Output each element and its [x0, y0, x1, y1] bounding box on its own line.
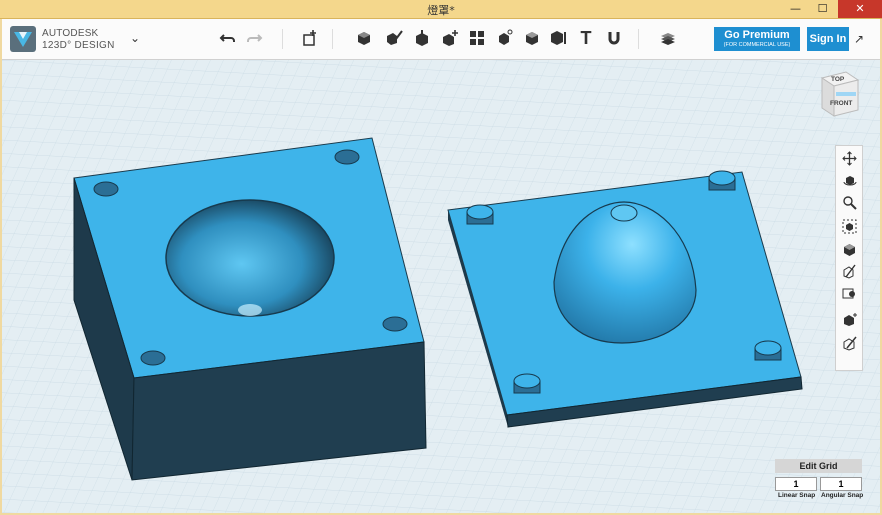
primitives-icon[interactable] [354, 28, 374, 48]
measure-icon[interactable] [548, 28, 568, 48]
window-title: 燈罩* [427, 4, 455, 17]
edit-grid-button[interactable]: Edit Grid [775, 459, 862, 473]
redo-icon[interactable] [244, 28, 264, 48]
toolbar-divider [282, 29, 283, 49]
pattern-icon[interactable] [467, 28, 487, 48]
angular-snap-label: Angular Snap [821, 492, 864, 499]
edit-tools-icon[interactable] [840, 334, 858, 352]
snap-magnet-icon[interactable] [604, 28, 624, 48]
construct-icon[interactable] [412, 28, 432, 48]
toolbar-divider [638, 29, 639, 49]
app-logo[interactable]: AUTODESK 123D° DESIGN [10, 24, 130, 56]
main-menu-chevron-icon[interactable]: ⌄ [130, 31, 140, 45]
undo-icon[interactable] [218, 28, 238, 48]
angular-snap-input[interactable]: 1 [820, 477, 862, 491]
grid-snap-panel: Edit Grid 1 1 Linear Snap Angular Snap [775, 459, 865, 507]
viewcube-top-label: TOP [831, 76, 845, 83]
go-premium-button[interactable]: Go Premium (FOR COMMERCIAL USE) [714, 27, 800, 51]
pin-hole [140, 350, 166, 366]
pin-hole [382, 316, 408, 332]
text-tool-icon[interactable]: T [576, 28, 596, 48]
linear-snap-label: Linear Snap [778, 492, 816, 499]
main-toolbar: AUTODESK 123D° DESIGN ⌄ T Go Premium (FO… [2, 19, 880, 60]
orbit-icon[interactable] [840, 171, 858, 189]
toolbar-divider [332, 29, 333, 49]
pin-hole [93, 181, 119, 197]
sign-in-button[interactable]: Sign In [807, 27, 849, 51]
materials-icon[interactable] [658, 28, 678, 48]
material-view-icon[interactable] [840, 310, 858, 328]
minimize-button[interactable]: — [782, 0, 809, 18]
pin-hole [334, 149, 360, 165]
grouping-icon[interactable] [494, 28, 514, 48]
expand-icon[interactable]: ↗ [854, 32, 864, 46]
add-shape-icon[interactable] [300, 28, 320, 48]
maximize-button[interactable]: ☐ [809, 0, 836, 18]
show-hide-icon[interactable] [840, 284, 858, 302]
visibility-icon[interactable] [840, 262, 858, 280]
pan-icon[interactable] [840, 149, 858, 167]
premium-label: Go Premium [724, 29, 790, 41]
fit-icon[interactable] [840, 217, 858, 235]
view-cube[interactable]: TOP FRONT [816, 70, 862, 120]
title-bar: 燈罩* — ☐ ✕ [0, 0, 882, 19]
linear-snap-input[interactable]: 1 [775, 477, 817, 491]
sketch-icon[interactable] [384, 28, 404, 48]
mold-block-left[interactable] [73, 137, 427, 481]
hemisphere-cavity [165, 199, 335, 317]
premium-sub-label: (FOR COMMERCIAL USE) [723, 42, 791, 48]
close-button[interactable]: ✕ [838, 0, 882, 18]
perspective-icon[interactable] [840, 240, 858, 258]
mold-plate-right[interactable] [447, 170, 803, 428]
viewcube-front-label: FRONT [830, 100, 853, 107]
zoom-icon[interactable] [840, 193, 858, 211]
combine-icon[interactable] [522, 28, 542, 48]
brand-line-1: AUTODESK [42, 28, 99, 39]
modify-icon[interactable] [440, 28, 460, 48]
brand-line-2: 123D° DESIGN [42, 40, 115, 51]
autodesk-logo-icon [10, 26, 36, 52]
scene-canvas[interactable] [2, 60, 880, 513]
navigation-bar [835, 145, 863, 371]
text-tool-glyph: T [580, 27, 592, 48]
3d-viewport[interactable]: TOP FRONT Edit Grid 1 1 Linear Snap Angu… [2, 60, 880, 513]
